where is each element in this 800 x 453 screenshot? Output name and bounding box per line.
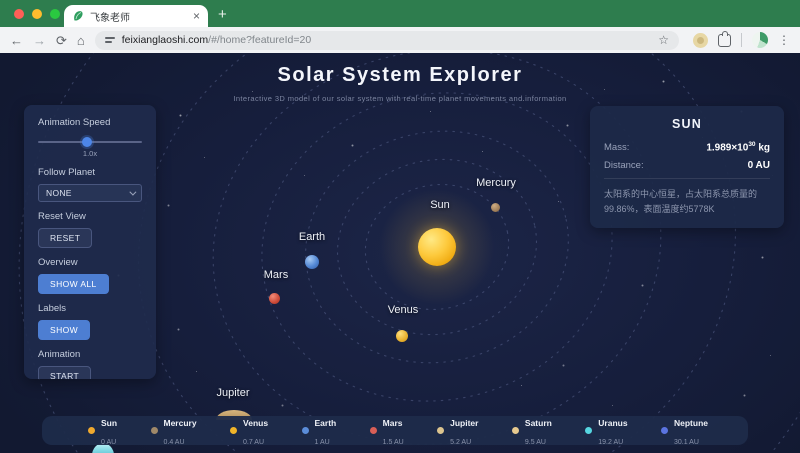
new-tab-button[interactable]: + [218, 6, 227, 24]
window-maximize-button[interactable] [50, 9, 60, 19]
info-divider [604, 178, 770, 179]
bar-item-mercury[interactable]: Mercury0.4 AU [151, 413, 197, 449]
jupiter-dot-icon [437, 427, 444, 434]
tab-strip: 飞象老师 × + [0, 0, 800, 27]
reset-view-label: Reset View [38, 211, 142, 222]
address-bar[interactable]: feixianglaoshi.com/#/home?featureId=20 ☆ [95, 31, 679, 50]
bar-item-saturn[interactable]: Saturn9.5 AU [512, 413, 552, 449]
planet-mercury[interactable] [491, 203, 500, 212]
distance-label: Distance: [604, 160, 644, 171]
animation-speed-value: 1.0x [38, 149, 142, 158]
planet-sun[interactable] [418, 228, 456, 266]
tab-close-icon[interactable]: × [193, 10, 200, 22]
mercury-dot-icon [151, 427, 158, 434]
control-panel: Animation Speed 1.0x Follow Planet NONE … [24, 105, 156, 379]
tab-title: 飞象老师 [90, 9, 187, 24]
mass-label: Mass: [604, 142, 629, 153]
follow-planet-value: NONE [46, 188, 72, 198]
mars-dot-icon [370, 427, 377, 434]
planet-venus[interactable] [396, 330, 408, 342]
overview-label: Overview [38, 257, 142, 268]
bar-item-sun[interactable]: Sun0 AU [88, 413, 117, 449]
toolbar-divider [741, 33, 742, 47]
profile-avatar[interactable] [752, 32, 768, 48]
bar-item-venus[interactable]: Venus0.7 AU [230, 413, 268, 449]
label-earth: Earth [299, 231, 325, 243]
home-icon[interactable]: ⌂ [77, 34, 85, 47]
uranus-dot-icon [585, 427, 592, 434]
label-venus: Venus [388, 304, 419, 316]
bar-item-earth[interactable]: Earth1 AU [302, 413, 337, 449]
mass-value: 1.989×1030 kg [706, 141, 770, 153]
animation-speed-label: Animation Speed [38, 117, 142, 128]
toolbar-right: ⋮ [693, 32, 790, 48]
label-jupiter: Jupiter [216, 387, 249, 399]
planet-quick-bar: Sun0 AU Mercury0.4 AU Venus0.7 AU Earth1… [42, 416, 748, 445]
slider-thumb[interactable] [82, 137, 92, 147]
label-sun: Sun [430, 199, 450, 211]
forward-icon[interactable]: → [33, 34, 46, 47]
site-favicon-icon [72, 10, 84, 22]
labels-show-button[interactable]: SHOW [38, 320, 90, 340]
earth-dot-icon [302, 427, 309, 434]
extensions-puzzle-icon[interactable] [718, 34, 731, 47]
url-path: /#/home?featureId=20 [208, 34, 311, 46]
url-text[interactable]: feixianglaoshi.com/#/home?featureId=20 [122, 34, 311, 46]
url-host: feixianglaoshi.com [122, 34, 208, 46]
venus-dot-icon [230, 427, 237, 434]
browser-toolbar: ← → ⟳ ⌂ feixianglaoshi.com/#/home?featur… [0, 27, 800, 53]
browser-window: 飞象老师 × + ← → ⟳ ⌂ feixianglaoshi.com/#/ho… [0, 0, 800, 453]
planet-earth[interactable] [305, 255, 319, 269]
site-info-icon[interactable] [105, 37, 115, 42]
info-panel: SUN Mass: 1.989×1030 kg Distance: 0 AU 太… [590, 106, 784, 228]
bookmark-star-icon[interactable]: ☆ [658, 33, 669, 47]
neptune-dot-icon [661, 427, 668, 434]
extension-icon[interactable] [693, 33, 708, 48]
animation-speed-slider[interactable] [38, 137, 142, 147]
planet-mars[interactable] [269, 293, 280, 304]
page-title: Solar System Explorer [0, 64, 800, 87]
window-controls [14, 9, 60, 19]
label-mars: Mars [264, 269, 288, 281]
info-description: 太阳系的中心恒星，占太阳系总质量的99.86%，表面温度约5778K [604, 187, 770, 216]
bar-item-jupiter[interactable]: Jupiter5.2 AU [437, 413, 478, 449]
animation-label: Animation [38, 349, 142, 360]
bar-item-neptune[interactable]: Neptune30.1 AU [661, 413, 708, 449]
info-panel-title: SUN [604, 117, 770, 131]
saturn-dot-icon [512, 427, 519, 434]
bar-item-mars[interactable]: Mars1.5 AU [370, 413, 404, 449]
overflow-menu-icon[interactable]: ⋮ [778, 33, 790, 47]
animation-start-button[interactable]: START [38, 366, 91, 379]
browser-tab[interactable]: 飞象老师 × [64, 5, 208, 27]
chevron-down-icon [129, 188, 136, 195]
follow-planet-select[interactable]: NONE [38, 184, 142, 202]
window-minimize-button[interactable] [32, 9, 42, 19]
page-subtitle: Interactive 3D model of our solar system… [0, 94, 800, 103]
reload-icon[interactable]: ⟳ [56, 34, 67, 47]
show-all-button[interactable]: SHOW ALL [38, 274, 109, 294]
window-close-button[interactable] [14, 9, 24, 19]
label-mercury: Mercury [476, 177, 516, 189]
back-icon[interactable]: ← [10, 34, 23, 47]
sun-dot-icon [88, 427, 95, 434]
bar-item-uranus[interactable]: Uranus19.2 AU [585, 413, 627, 449]
reset-button[interactable]: RESET [38, 228, 92, 248]
labels-label: Labels [38, 303, 142, 314]
solar-system-canvas[interactable]: Solar System Explorer Interactive 3D mod… [0, 53, 800, 453]
distance-value: 0 AU [748, 160, 770, 171]
follow-planet-label: Follow Planet [38, 167, 142, 178]
